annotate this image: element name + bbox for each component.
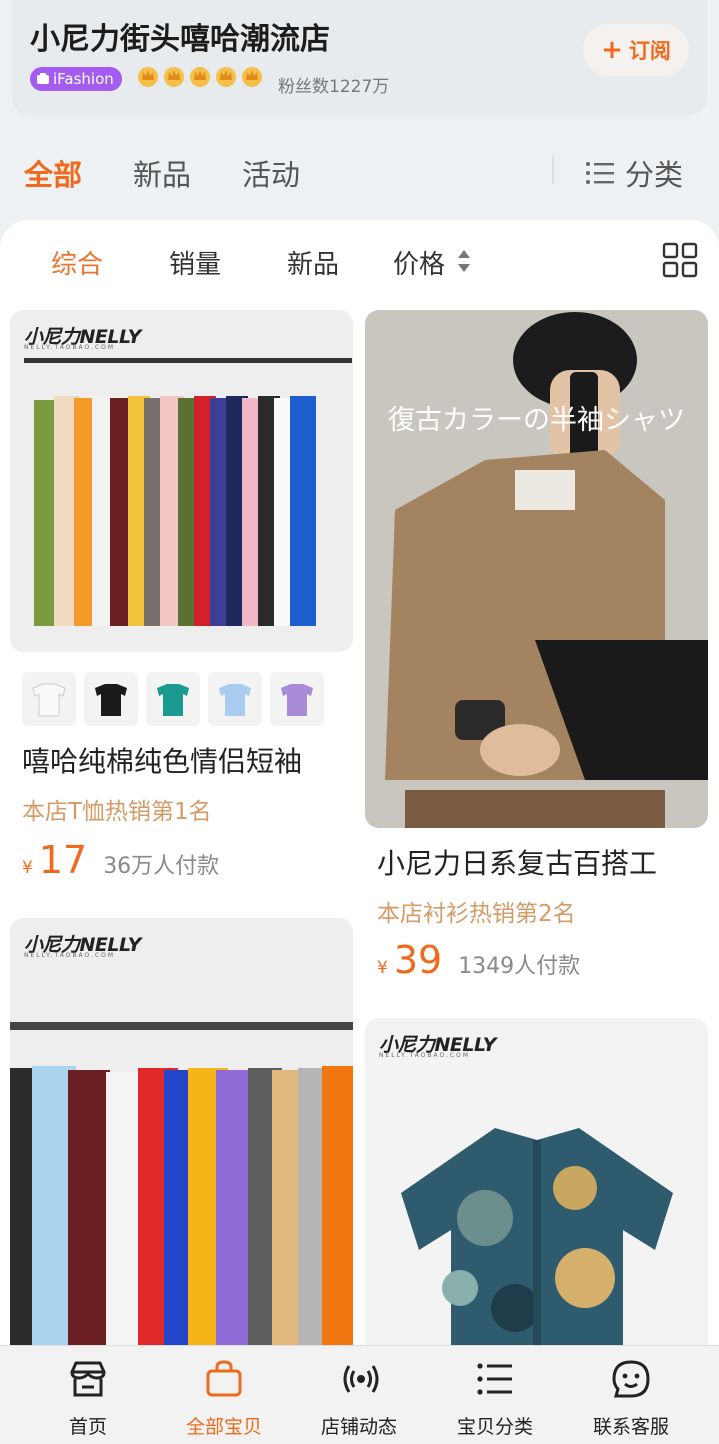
category-label: 分类 [625,158,684,192]
product-card[interactable]: 小尼力NELLY NELLY.TAOBAO.COM [365,1018,708,1345]
swatch-purple[interactable] [270,672,324,726]
nav-customer-service-label: 联系客服 [592,1416,669,1438]
currency-symbol: ¥ [22,858,33,878]
floral-shirt-image [401,1128,673,1345]
product-card[interactable]: 小尼力NELLY NELLY.TAOBAO.COM [10,310,353,900]
product-title: 小尼力日系复古百搭工 [377,847,658,880]
category-button[interactable]: 分类 [585,152,683,194]
nav-home[interactable]: 首页 [28,1346,148,1444]
swatch-teal[interactable] [146,672,200,726]
shop-level-crowns [136,64,264,88]
swatch-white[interactable] [22,672,76,726]
nav-shop-updates[interactable]: 店铺动态 [299,1346,419,1444]
crown-icon [216,67,236,87]
nav-customer-service[interactable]: 联系客服 [571,1346,691,1444]
nav-item-categories-label: 宝贝分类 [456,1416,533,1438]
product-price: 39 [393,938,443,982]
top-tab-bar: 全部 新品 活动 分类 [0,140,719,204]
bag-icon [206,1360,242,1397]
model-photo [365,310,708,828]
subscribe-button[interactable]: + 订阅 [583,24,689,76]
crown-icon [164,67,184,87]
product-title: 嘻哈纯棉纯色情侣短袖 [22,745,303,778]
product-card[interactable]: 小尼力NELLY NELLY.TAOBAO.COM [10,918,353,1345]
shop-header: 小尼力街头嘻哈潮流店 iFashion 粉丝数1227万 + 订阅 [12,0,707,116]
grid-layout-icon[interactable] [662,242,698,278]
currency-symbol: ¥ [377,958,388,978]
nav-all-items[interactable]: 全部宝贝 [164,1346,284,1444]
product-image[interactable]: 復古カラーの半袖シャツ [365,310,708,828]
list-icon [586,162,614,184]
price-row: ¥ 17 36万人付款 [22,838,219,882]
crown-icon [190,67,210,87]
sort-sales[interactable]: 销量 [169,244,221,281]
nav-shop-updates-label: 店铺动态 [320,1416,397,1438]
sales-count: 1349人付款 [458,954,581,979]
tshirt-rack-image [10,1022,353,1345]
product-image[interactable]: 小尼力NELLY NELLY.TAOBAO.COM [10,310,353,652]
swatch-light-blue[interactable] [208,672,262,726]
tab-new[interactable]: 新品 [133,152,191,194]
shop-name: 小尼力街头嘻哈潮流店 [30,22,330,57]
list-icon [477,1363,512,1395]
tab-divider [552,156,554,184]
color-swatches [22,672,324,726]
sort-overall[interactable]: 综合 [51,244,103,281]
ifashion-icon [37,73,49,84]
product-rank: 本店衬衫热销第2名 [377,901,576,927]
broadcast-icon [343,1365,379,1393]
product-rank: 本店T恤热销第1名 [22,799,212,825]
product-image[interactable]: 小尼力NELLY NELLY.TAOBAO.COM [365,1018,708,1345]
store-icon [70,1361,106,1397]
crown-icon [242,67,262,87]
tab-activity[interactable]: 活动 [242,152,300,194]
sort-price[interactable]: 价格 [393,244,445,281]
subscribe-label: 订阅 [628,39,671,63]
product-price: 17 [38,838,88,882]
crown-icon [138,67,158,87]
image-overlay-text: 復古カラーの半袖シャツ [388,405,685,436]
nav-item-categories[interactable]: 宝贝分类 [435,1346,555,1444]
chat-icon [612,1360,650,1398]
nav-all-items-label: 全部宝贝 [185,1416,262,1438]
product-card[interactable]: 復古カラーの半袖シャツ 小尼力日系复古百搭工 本店衬衫热销第2名 ¥ 39 13… [365,310,708,1000]
ifashion-badge: iFashion [30,67,122,91]
swatch-black[interactable] [84,672,138,726]
fan-count: 粉丝数1227万 [278,77,390,97]
sort-new[interactable]: 新品 [287,244,339,281]
tshirt-rack-image [24,358,352,626]
sales-count: 36万人付款 [103,854,220,879]
product-image[interactable]: 小尼力NELLY NELLY.TAOBAO.COM [10,918,353,1345]
plus-icon: + [601,35,623,65]
nav-home-label: 首页 [68,1416,107,1438]
sort-arrows-icon [458,250,470,272]
tab-all[interactable]: 全部 [24,152,82,194]
ifashion-badge-label: iFashion [53,70,114,88]
price-row: ¥ 39 1349人付款 [377,938,580,982]
bottom-nav: 首页 全部宝贝 店铺动态 宝贝分类 联系客服 [0,1345,719,1444]
